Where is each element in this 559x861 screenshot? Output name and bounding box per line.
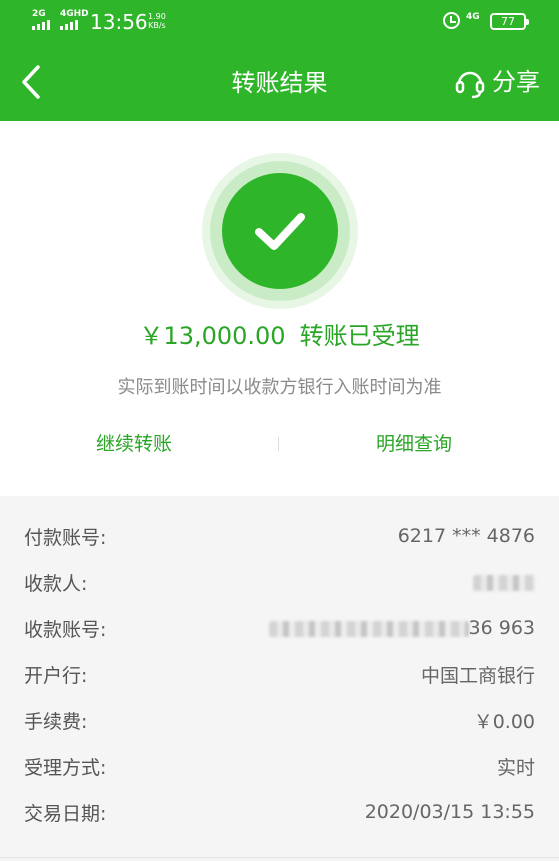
detail-value: 2020/03/15 13:55	[364, 801, 535, 823]
detail-label: 付款账号:	[24, 526, 107, 549]
transfer-amount: ￥13,000.00	[139, 322, 286, 350]
actions-divider	[278, 437, 279, 451]
detail-label: 交易日期:	[24, 802, 107, 825]
detail-value-masked: 36 963	[268, 617, 535, 639]
detail-value: 中国工商银行	[420, 664, 535, 687]
clock: 13:56	[90, 10, 148, 34]
detail-label: 手续费:	[24, 710, 88, 733]
detail-row-method: 受理方式: 实时	[0, 743, 559, 789]
success-badge	[202, 153, 358, 309]
transfer-details: 付款账号: 6217 *** 4876 收款人: 收款账号: 36 963 开户…	[0, 498, 559, 861]
share-label: 分享	[492, 68, 540, 96]
arrival-note: 实际到账时间以收款方银行入账时间为准	[117, 377, 442, 398]
result-panel: ￥13,000.00 转账已受理 实际到账时间以收款方银行入账时间为准 继续转账 …	[0, 121, 559, 496]
detail-row-fee: 手续费: ￥0.00	[0, 697, 559, 743]
masked-name-blur	[473, 574, 535, 591]
status-bar: 2G 4GHD 13:56 1.90 KB/s 4G 77	[0, 0, 559, 44]
signal-sim2-icon: 4GHD	[60, 10, 89, 33]
detail-row-payer-account: 付款账号: 6217 *** 4876	[0, 513, 559, 559]
battery-level: 77	[501, 15, 515, 28]
headset-icon	[455, 71, 485, 99]
share-button[interactable]: 分享	[452, 64, 540, 100]
sim2-label: 4GHD	[60, 9, 89, 19]
detail-row-date: 交易日期: 2020/03/15 13:55	[0, 789, 559, 835]
detail-label: 受理方式:	[24, 756, 107, 779]
result-actions: 继续转账 明细查询	[0, 429, 559, 459]
transfer-status: 转账已受理	[299, 322, 420, 350]
sim1-label: 2G	[32, 9, 46, 19]
detail-label: 开户行:	[24, 664, 88, 687]
checkmark-icon	[255, 213, 305, 250]
detail-row-bank: 开户行: 中国工商银行	[0, 651, 559, 697]
detail-value: 36 963	[468, 617, 535, 639]
bottom-divider	[0, 857, 559, 858]
detail-value: 6217 *** 4876	[397, 525, 535, 547]
masked-account-blur	[268, 620, 469, 637]
detail-value: ￥0.00	[473, 710, 535, 733]
detail-value-masked	[473, 571, 535, 593]
detail-label: 收款人:	[24, 572, 88, 595]
network-type: 4G	[466, 12, 480, 22]
battery-icon: 77	[490, 13, 529, 30]
detail-query-button[interactable]: 明细查询	[376, 429, 452, 459]
continue-transfer-button[interactable]: 继续转账	[96, 429, 172, 459]
detail-row-payee: 收款人:	[0, 559, 559, 605]
amount-status-line: ￥13,000.00 转账已受理	[0, 321, 559, 351]
alarm-icon	[443, 12, 460, 29]
net-speed: 1.90 KB/s	[148, 12, 166, 30]
speed-value: 1.90	[148, 12, 166, 21]
detail-label: 收款账号:	[24, 618, 107, 641]
detail-value: 实时	[496, 756, 535, 779]
signal-sim1-icon: 2G	[32, 10, 50, 33]
app-header: 2G 4GHD 13:56 1.90 KB/s 4G 77 转账结果 分享	[0, 0, 559, 121]
detail-row-payee-account: 收款账号: 36 963	[0, 605, 559, 651]
speed-unit: KB/s	[148, 21, 166, 30]
